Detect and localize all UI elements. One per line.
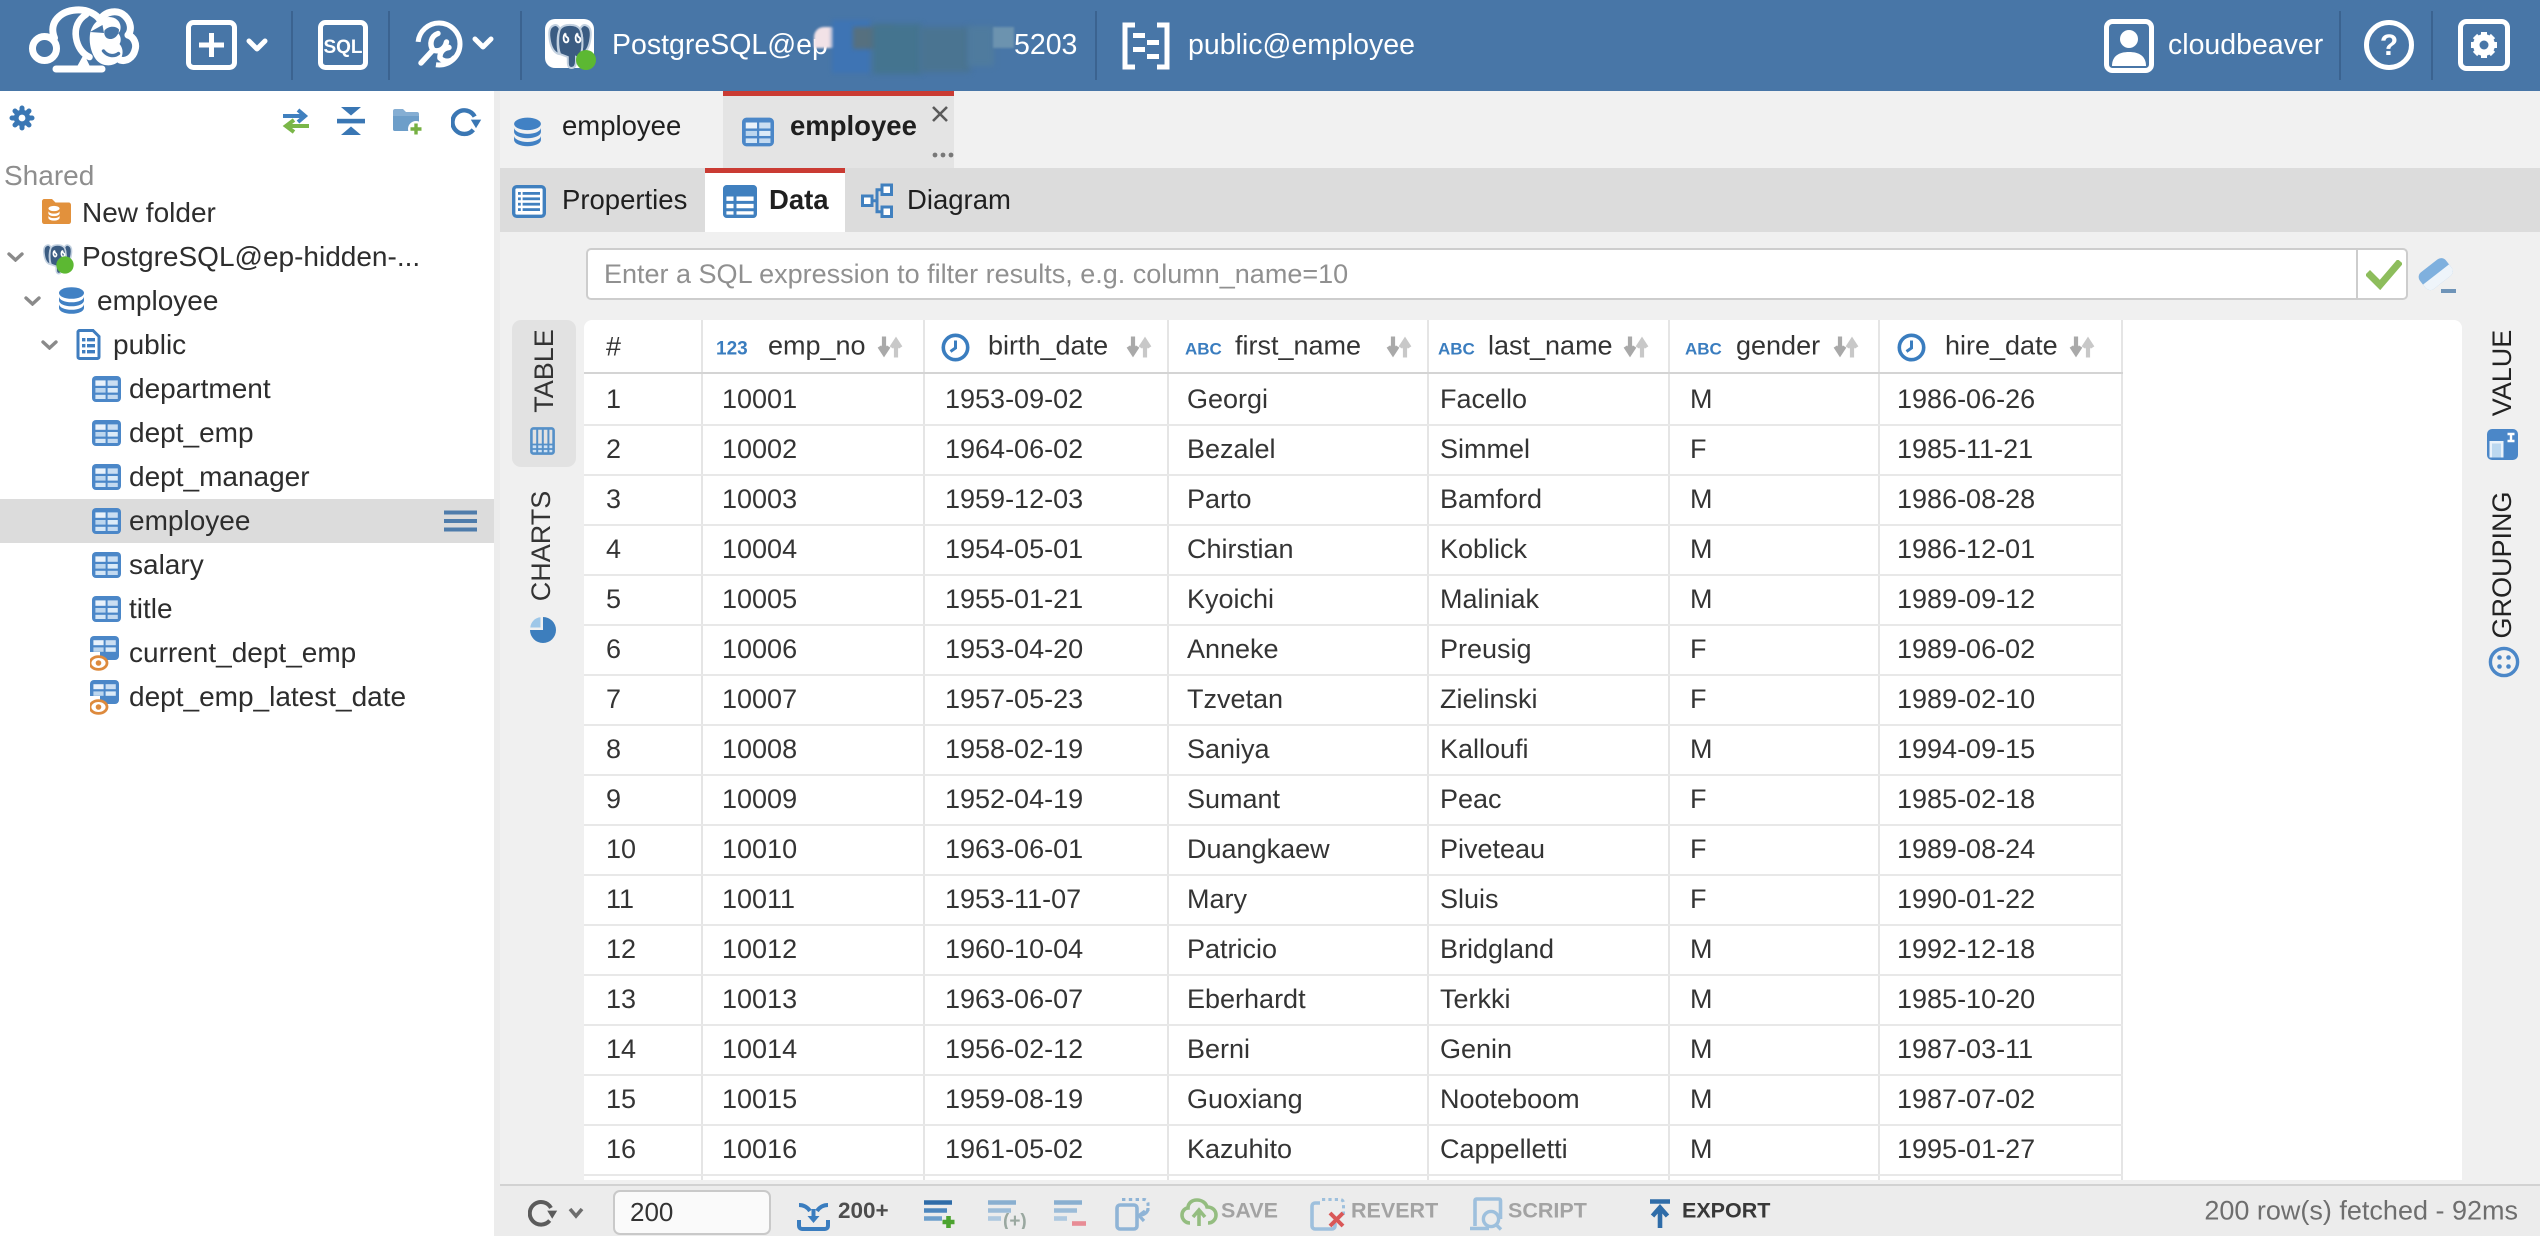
svg-text:(+): (+): [1003, 1211, 1027, 1229]
svg-text:SQL: SQL: [323, 37, 362, 58]
svg-text:?: ?: [2380, 29, 2398, 62]
